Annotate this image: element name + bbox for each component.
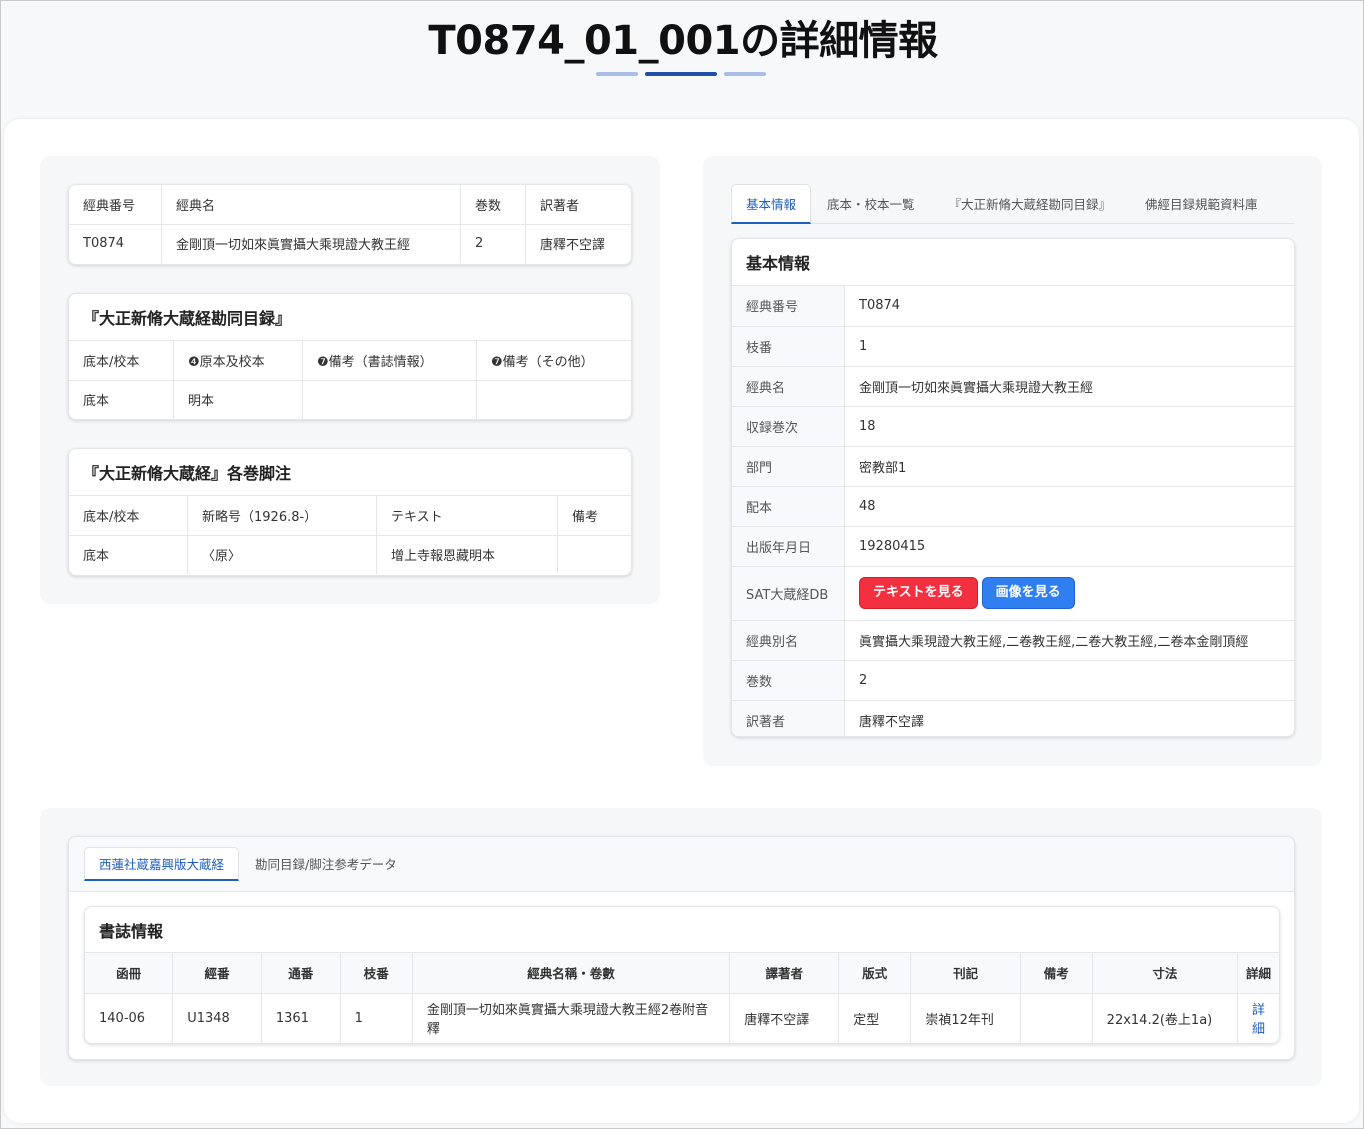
bib-header-title-volumes: 經典名稱・卷數 [411, 953, 731, 994]
bibliography-card: 書誌情報 函冊 經番 通番 枝番 經典名稱・卷數 譯著者 版式 刊記 備考 寸法… [84, 906, 1280, 1044]
info-key: 經典番号 [732, 286, 845, 327]
bib-cell-format: 定型 [838, 992, 912, 1043]
tab-reference-data[interactable]: 勘同目録/脚注参考データ [239, 847, 413, 880]
info-key: 部門 [732, 445, 845, 487]
tab-catalog-authority-db[interactable]: 佛經目録規範資料庫 [1129, 184, 1274, 223]
summary-header-number: 經典番号 [69, 185, 162, 225]
bib-header-format: 版式 [838, 953, 912, 994]
title-bar-right [724, 72, 766, 76]
bib-header-translator: 譯著者 [729, 953, 840, 994]
detail-link[interactable]: 詳細 [1252, 1003, 1265, 1037]
view-text-button[interactable]: テキストを見る [859, 577, 978, 609]
summary-cell-number: T0874 [69, 223, 162, 263]
bib-cell-translator: 唐釋不空譯 [729, 992, 840, 1043]
tab-base-collation-list[interactable]: 底本・校本一覧 [811, 184, 931, 223]
kando-cell-bib-note [302, 379, 477, 419]
bibliography-title: 書誌情報 [85, 907, 1279, 953]
basic-info-card: 基本情報 經典番号 T0874 枝番 1 經典名 金剛頂一切如來眞實攝大乘現證大教王經… [731, 238, 1295, 737]
kando-cell-original: 明本 [173, 379, 303, 419]
footnotes-header-note: 備考 [557, 496, 631, 536]
footnotes-title: 『大正新脩大蔵経』各巻脚注 [69, 449, 631, 496]
info-value: 金剛頂一切如來眞實攝大乘現證大教王經 [844, 365, 1294, 407]
summary-header-volumes: 巻数 [460, 185, 526, 225]
tab-kando-mokuroku[interactable]: 『大正新脩大蔵経勘同目録』 [931, 184, 1130, 223]
bibliography-table: 函冊 經番 通番 枝番 經典名稱・卷數 譯著者 版式 刊記 備考 寸法 詳細 1… [85, 953, 1279, 1043]
kando-mokuroku-table: 底本/校本 ❹原本及校本 ❼備考（書誌情報） ❼備考（その他） 底本 明本 [69, 341, 631, 419]
right-tab-bar: 基本情報 底本・校本一覧 『大正新脩大蔵経勘同目録』 佛經目録規範資料庫 [731, 184, 1294, 224]
footnotes-table: 底本/校本 新略号（1926.8-） テキスト 備考 底本 〈原〉 增上寺報恩藏… [69, 496, 631, 574]
bib-cell-detail: 詳細 [1236, 992, 1279, 1043]
sat-db-actions: テキストを見る 画像を見る [844, 565, 1294, 621]
info-value: 眞實攝大乘現證大教王經,二卷教王經,二卷大教王經,二卷本金剛頂經 [844, 619, 1294, 661]
info-value: 19280415 [844, 525, 1294, 567]
info-key: 出版年月日 [732, 525, 845, 567]
footnotes-header-abbrev: 新略号（1926.8-） [187, 496, 377, 536]
footnotes-cell-note [557, 534, 631, 574]
title-decoration [1, 72, 1364, 77]
info-value: 48 [844, 485, 1294, 527]
bib-cell-serial: 1361 [260, 992, 341, 1043]
bib-header-sutra-number: 經番 [172, 953, 262, 994]
bib-header-serial: 通番 [260, 953, 341, 994]
kando-header-base: 底本/校本 [69, 341, 174, 381]
info-key: 配本 [732, 485, 845, 527]
kando-cell-other-note [476, 379, 631, 419]
summary-cell-name: 金剛頂一切如來眞實攝大乘現證大教王經 [161, 223, 461, 263]
footnotes-cell-base: 底本 [69, 534, 188, 574]
sat-db-label: SAT大蔵経DB [732, 565, 845, 621]
kando-header-bib-note: ❼備考（書誌情報） [302, 341, 477, 381]
page-title: T0874_01_001の詳細情報 [428, 18, 938, 64]
bib-header-case: 函冊 [85, 953, 174, 994]
summary-table-card: 經典番号 經典名 巻数 訳著者 T0874 金剛頂一切如來眞實攝大乘現證大教王經… [68, 184, 632, 265]
info-key: 収録巻次 [732, 405, 845, 447]
footnotes-header-base: 底本/校本 [69, 496, 188, 536]
kando-mokuroku-title: 『大正新脩大蔵経勘同目録』 [69, 294, 631, 341]
footnotes-cell-text: 增上寺報恩藏明本 [376, 534, 558, 574]
info-value: T0874 [844, 286, 1294, 327]
summary-cell-volumes: 2 [460, 223, 526, 263]
bib-header-note: 備考 [1019, 953, 1093, 994]
view-image-button[interactable]: 画像を見る [981, 577, 1075, 609]
info-value: 2 [844, 659, 1294, 701]
info-value: 18 [844, 405, 1294, 447]
tab-seirensha-kakyo[interactable]: 西蓮社蔵嘉興版大蔵経 [84, 847, 240, 881]
kando-mokuroku-card: 『大正新脩大蔵経勘同目録』 底本/校本 ❹原本及校本 ❼備考（書誌情報） ❼備考… [68, 293, 632, 420]
kando-header-original: ❹原本及校本 [173, 341, 303, 381]
summary-cell-translator: 唐釋不空譯 [525, 223, 631, 263]
summary-table: 經典番号 經典名 巻数 訳著者 T0874 金剛頂一切如來眞實攝大乘現證大教王經… [69, 185, 631, 263]
bib-cell-sutra-number: U1348 [172, 992, 262, 1043]
info-value: 1 [844, 325, 1294, 367]
info-key: 枝番 [732, 325, 845, 367]
bib-header-dimensions: 寸法 [1091, 953, 1238, 994]
info-key: 經典別名 [732, 619, 845, 661]
info-key: 巻数 [732, 659, 845, 701]
bib-header-colophon: 刊記 [910, 953, 1021, 994]
footnotes-card: 『大正新脩大蔵経』各巻脚注 底本/校本 新略号（1926.8-） テキスト 備考… [68, 448, 632, 576]
bottom-tab-bar: 西蓮社蔵嘉興版大蔵経 勘同目録/脚注参考データ [84, 847, 413, 881]
title-bar-center [645, 72, 717, 76]
tab-basic-info[interactable]: 基本情報 [731, 184, 812, 224]
bib-cell-colophon: 崇禎12年刊 [910, 992, 1021, 1043]
basic-info-table: 經典番号 T0874 枝番 1 經典名 金剛頂一切如來眞實攝大乘現證大教王經 収録巻次… [732, 286, 1294, 736]
basic-info-title: 基本情報 [732, 239, 1294, 286]
bib-cell-note [1019, 992, 1093, 1043]
info-key: 訳著者 [732, 699, 845, 736]
bib-cell-branch: 1 [339, 992, 413, 1043]
footnotes-cell-abbrev: 〈原〉 [187, 534, 377, 574]
bib-cell-case: 140-06 [85, 992, 174, 1043]
bib-header-branch: 枝番 [339, 953, 413, 994]
summary-header-name: 經典名 [161, 185, 461, 225]
bib-header-detail: 詳細 [1236, 953, 1279, 994]
footnotes-header-text: テキスト [376, 496, 558, 536]
info-value: 密教部1 [844, 445, 1294, 487]
title-bar-left [596, 72, 638, 76]
info-key: 經典名 [732, 365, 845, 407]
kando-header-other-note: ❼備考（その他） [476, 341, 631, 381]
bib-cell-dimensions: 22x14.2(卷上1a) [1091, 992, 1238, 1043]
kando-cell-base: 底本 [69, 379, 174, 419]
info-value: 唐釋不空譯 [844, 699, 1294, 736]
summary-header-translator: 訳著者 [525, 185, 631, 225]
bib-cell-title-volumes: 金剛頂一切如來眞實攝大乘現證大教王經2卷附音釋 [411, 992, 731, 1043]
